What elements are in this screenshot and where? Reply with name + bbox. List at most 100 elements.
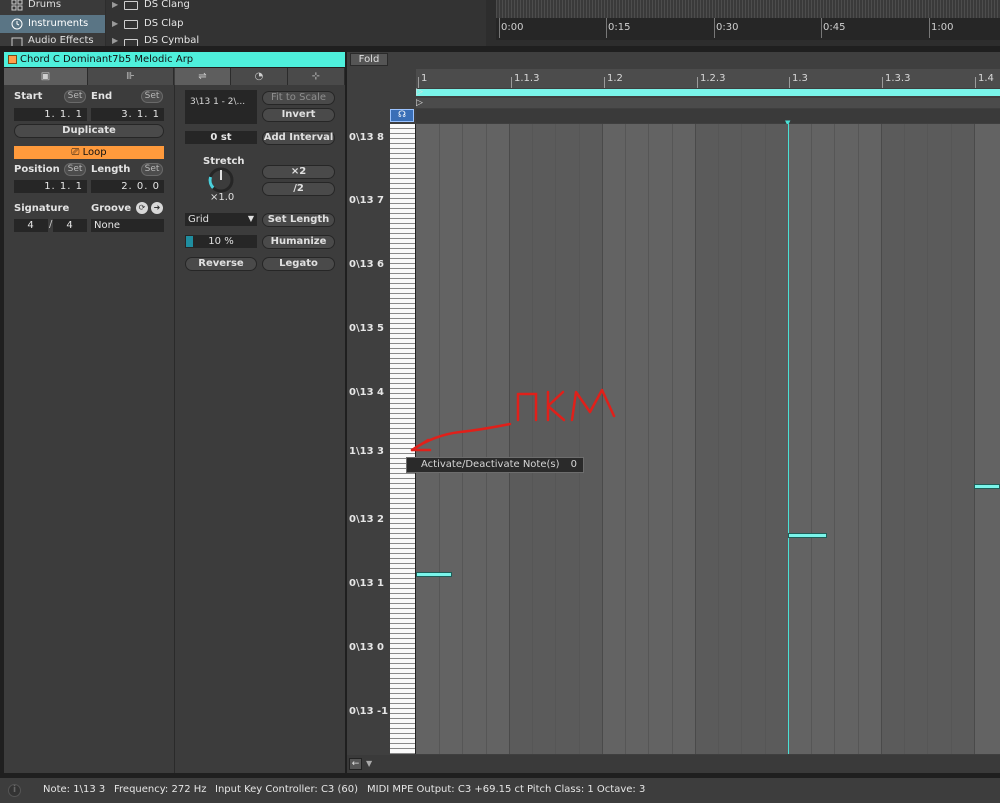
tab-note-tools[interactable]: ⇌ [175,68,231,85]
status-mpe-output: MIDI MPE Output: C3 +69.15 ct [367,784,524,795]
position-value[interactable]: 1. 1. 1 [14,180,87,193]
file-item[interactable]: ▶ DS Clap [112,15,183,33]
humanize-amount-slider[interactable]: 10 % [185,235,257,248]
timeline-label: 0:30 [716,22,739,33]
midi-note[interactable] [416,572,452,577]
signature-denominator[interactable]: 4 [53,219,87,232]
effects-icon [11,37,23,46]
preview-timeline[interactable]: 0:00 0:15 0:30 0:45 1:00 [496,0,1000,40]
groove-pool-icon[interactable]: ⟳ [136,202,148,214]
timeline-label: 0:45 [823,22,846,33]
grid-line [951,124,952,754]
ruler-tick [789,77,790,88]
tab-clip[interactable]: ▣ [4,68,88,85]
annotation-arrow [410,388,616,452]
loop-start-marker-icon[interactable]: ▷ [416,87,423,97]
pitch-label: 0\13 -1 [349,706,389,717]
grid-line [904,124,905,754]
signature-numerator[interactable]: 4 [14,219,48,232]
loop-brace[interactable] [416,89,1000,96]
clip-title-bar[interactable]: Chord C Dominant7b5 Melodic Arp [4,52,345,67]
pitch-label: 0\13 5 [349,323,384,334]
beat-time-ruler[interactable]: 1 1.1.3 1.2 1.2.3 1.3 1.3.3 1.4 [416,69,1000,88]
envelope-tab-icon: ⊪ [126,71,135,82]
transpose-value[interactable]: 0 st [185,131,257,144]
browser-file-list: ▶ DS Clang ▶ DS Clap ▶ DS Cymbal [106,0,486,46]
stretch-knob-icon[interactable] [206,167,236,195]
timeline-tick [821,18,822,38]
duplicate-button[interactable]: Duplicate [14,124,164,138]
waveform-overview [496,0,1000,18]
groove-commit-icon[interactable]: ➜ [151,202,163,214]
editor-bottom-bar: ← ▼ [347,755,1000,773]
grid-dropdown-label: Grid [188,214,209,225]
legato-button[interactable]: Legato [262,257,335,271]
tab-generate[interactable]: ⊹ [288,68,345,85]
pitch-label: 0\13 2 [349,514,384,525]
file-item[interactable]: ▶ DS Clang [112,0,190,14]
fold-button[interactable]: Fold [350,53,388,66]
context-menu-item-activate-deactivate[interactable]: Activate/Deactivate Note(s) [421,459,560,470]
info-icon[interactable]: i [8,784,21,797]
length-value[interactable]: 2. 0. 0 [91,180,164,193]
stretch-label: Stretch [203,156,245,167]
playhead [788,124,789,754]
ruler-label: 1.4 [978,73,994,84]
signature-slash: / [49,219,53,230]
context-menu-shortcut: 0 [570,459,577,470]
humanize-amount-value: 10 % [208,236,234,247]
timeline-tick [929,18,930,38]
preview-headphone-icon[interactable]: ☊ [390,109,414,122]
start-value[interactable]: 1. 1. 1 [14,108,87,121]
end-value[interactable]: 3. 1. 1 [91,108,164,121]
pitch-label: 0\13 6 [349,259,384,270]
clip-color-swatch[interactable] [8,55,17,64]
start-marker-icon[interactable]: ▷ [416,98,423,108]
expand-triangle-icon[interactable]: ▶ [112,15,118,33]
category-drums[interactable]: Drums [0,0,105,14]
grid-dropdown[interactable]: Grid ▼ [185,213,257,226]
panel-divider [174,85,175,773]
pitch-label: 0\13 4 [349,387,384,398]
groove-label: Groove [91,203,132,214]
sliders-icon: ⇌ [198,71,207,82]
double-button[interactable]: ×2 [262,165,335,179]
invert-button[interactable]: Invert [262,108,335,122]
start-set-button[interactable]: Set [64,90,86,103]
length-set-button[interactable]: Set [141,163,163,176]
tab-envelopes[interactable]: ⊪ [88,68,174,85]
file-label: DS Clang [144,0,190,10]
expand-triangle-icon[interactable]: ▶ [112,34,118,46]
position-set-button[interactable]: Set [64,163,86,176]
grid-line [881,124,882,754]
length-label: Length [91,164,131,175]
halve-button[interactable]: /2 [262,182,335,196]
status-frequency: Frequency: 272 Hz [114,784,207,795]
end-set-button[interactable]: Set [141,90,163,103]
category-label: Instruments [28,18,89,29]
expand-triangle-icon[interactable]: ▶ [112,0,118,14]
start-marker-row [416,98,1000,108]
midi-note[interactable] [974,484,1000,489]
add-interval-button[interactable]: Add Interval [262,131,335,145]
chevron-down-icon[interactable]: ▼ [366,759,372,768]
category-instruments[interactable]: Instruments [0,15,105,33]
midi-note[interactable] [788,533,827,538]
ruler-label: 1.3 [792,73,808,84]
scroll-left-icon[interactable]: ← [349,758,362,770]
pitch-label: 0\13 7 [349,195,384,206]
browser-categories: Drums Instruments Audio Effects [0,0,105,46]
groove-value[interactable]: None [91,219,164,232]
humanize-button[interactable]: Humanize [262,235,335,249]
position-label: Position [14,164,60,175]
file-label: DS Clap [144,18,184,29]
signature-label: Signature [14,203,70,214]
set-length-button[interactable]: Set Length [262,213,335,227]
device-icon [124,20,138,29]
loop-button[interactable]: ⎚ Loop [14,146,164,159]
tab-transform[interactable]: ◔ [231,68,288,85]
category-audio-effects[interactable]: Audio Effects [0,34,105,46]
file-item[interactable]: ▶ DS Cymbal [112,34,199,46]
reverse-button[interactable]: Reverse [185,257,257,271]
fit-to-scale-button[interactable]: Fit to Scale [262,91,335,105]
